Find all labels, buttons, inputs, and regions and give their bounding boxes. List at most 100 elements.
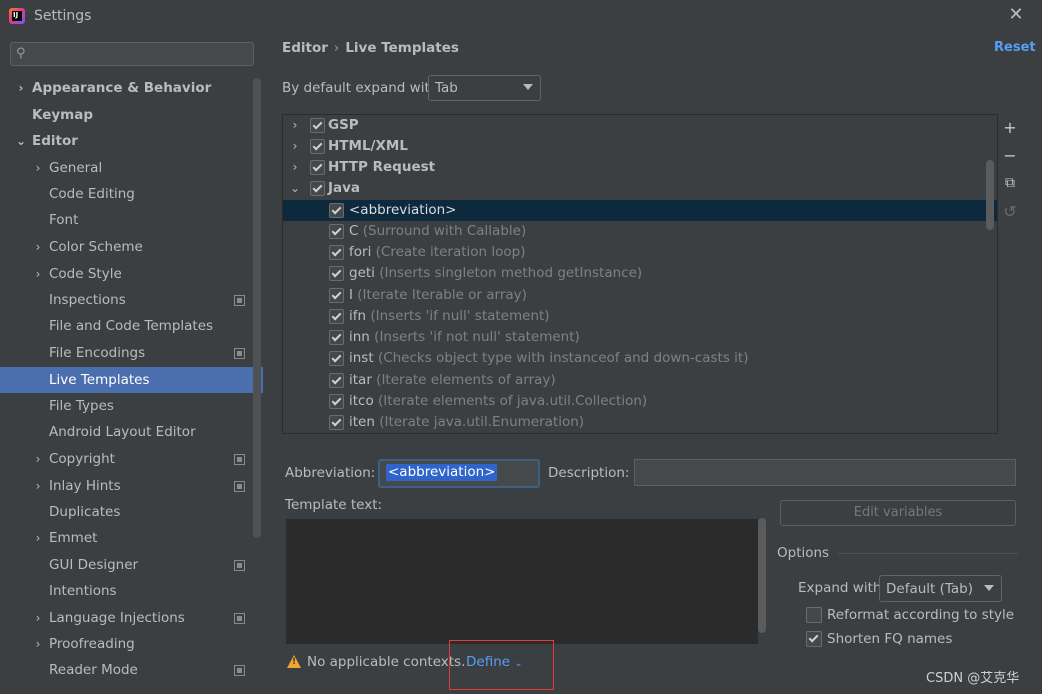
sidebar-item-label: Reader Mode (49, 662, 138, 678)
sidebar-item-label: Editor (32, 133, 78, 149)
sidebar-item-label: Emmet (49, 530, 98, 546)
sidebar-item-gui-designer[interactable]: GUI Designer (0, 552, 253, 578)
shorten-fq-checkbox-box[interactable] (806, 631, 822, 647)
template-checkbox[interactable] (329, 394, 344, 409)
template-row[interactable]: inst (Checks object type with instanceof… (283, 348, 997, 369)
tree-group-row[interactable]: › GSP (283, 115, 997, 136)
description-input[interactable] (634, 459, 1016, 486)
template-desc: (Inserts 'if null' statement) (370, 308, 550, 324)
chevron-right-icon[interactable]: › (289, 115, 301, 136)
sidebar-item-appearance-behavior[interactable]: › Appearance & Behavior (0, 75, 253, 101)
template-row[interactable]: C (Surround with Callable) (283, 221, 997, 242)
chevron-right-icon: › (35, 240, 41, 254)
template-row[interactable]: itar (Iterate elements of array) (283, 370, 997, 391)
settings-search-input[interactable]: ⚲ (10, 42, 254, 66)
sidebar-item-label: GUI Designer (49, 557, 139, 573)
template-checkbox[interactable] (329, 330, 344, 345)
sidebar-item-duplicates[interactable]: Duplicates (0, 499, 253, 525)
sidebar-item-reader-mode[interactable]: Reader Mode (0, 657, 253, 683)
template-desc: (Iterate elements of java.util.Collectio… (378, 393, 648, 409)
tree-group-row[interactable]: ⌄ Java (283, 178, 997, 199)
restore-icon[interactable]: ↺ (1000, 202, 1020, 222)
template-checkbox[interactable] (329, 224, 344, 239)
dropdown-arrow-icon (984, 585, 994, 591)
template-row[interactable]: itco (Iterate elements of java.util.Coll… (283, 391, 997, 412)
chevron-down-icon[interactable]: ⌄ (289, 178, 301, 199)
sidebar-item-android-layout-editor[interactable]: Android Layout Editor (0, 419, 253, 445)
template-row[interactable]: ifn (Inserts 'if null' statement) (283, 306, 997, 327)
template-row[interactable]: inn (Inserts 'if not null' statement) (283, 327, 997, 348)
template-abbr: iten (349, 414, 375, 430)
chevron-right-icon: › (35, 161, 41, 175)
search-icon: ⚲ (16, 46, 26, 61)
template-text-editor[interactable] (285, 518, 759, 645)
template-checkbox[interactable] (329, 288, 344, 303)
reformat-checkbox-box[interactable] (806, 607, 822, 623)
group-checkbox[interactable] (310, 118, 325, 133)
tree-group-row[interactable]: › HTML/XML (283, 136, 997, 157)
copy-icon[interactable]: ⧉ (1000, 173, 1020, 193)
template-row[interactable]: iten (Iterate java.util.Enumeration) (283, 412, 997, 433)
reset-link[interactable]: Reset (994, 40, 1036, 55)
sidebar-item-code-editing[interactable]: Code Editing (0, 181, 253, 207)
sidebar-item-intentions[interactable]: Intentions (0, 578, 253, 604)
project-scope-icon (234, 560, 245, 571)
template-checkbox[interactable] (329, 415, 344, 430)
sidebar-item-copyright[interactable]: › Copyright (0, 446, 253, 472)
sidebar-item-emmet[interactable]: › Emmet (0, 525, 253, 551)
template-row[interactable]: fori (Create iteration loop) (283, 242, 997, 263)
template-checkbox[interactable] (329, 309, 344, 324)
sidebar-item-font[interactable]: Font (0, 207, 253, 233)
chevron-right-icon[interactable]: › (289, 157, 301, 178)
template-checkbox[interactable] (329, 245, 344, 260)
sidebar-item-label: Proofreading (49, 636, 135, 652)
sidebar-item-label: Android Layout Editor (49, 424, 196, 440)
sidebar-item-file-types[interactable]: File Types (0, 393, 253, 419)
template-row[interactable]: I (Iterate Iterable or array) (283, 285, 997, 306)
expand-with-dropdown[interactable]: Tab (428, 75, 541, 101)
group-checkbox[interactable] (310, 181, 325, 196)
sidebar-item-language-injections[interactable]: › Language Injections (0, 605, 253, 631)
close-icon[interactable]: ✕ (1006, 4, 1026, 26)
sidebar-item-color-scheme[interactable]: › Color Scheme (0, 234, 253, 260)
template-checkbox[interactable] (329, 266, 344, 281)
reformat-checkbox[interactable] (806, 607, 822, 623)
sidebar-item-live-templates[interactable]: Live Templates (0, 367, 263, 393)
sidebar-scrollbar[interactable] (253, 78, 261, 538)
sidebar-item-label: General (49, 160, 103, 176)
shorten-fq-checkbox[interactable] (806, 631, 822, 647)
sidebar-item-code-style[interactable]: › Code Style (0, 261, 253, 287)
sidebar-item-keymap[interactable]: Keymap (0, 102, 253, 128)
sidebar-item-inlay-hints[interactable]: › Inlay Hints (0, 473, 253, 499)
sidebar-item-proofreading[interactable]: › Proofreading (0, 631, 253, 657)
template-checkbox[interactable] (329, 373, 344, 388)
add-icon[interactable]: + (1000, 118, 1020, 138)
template-row[interactable]: <abbreviation> (283, 200, 997, 221)
sidebar-item-general[interactable]: › General (0, 155, 253, 181)
expand-with-option-dropdown[interactable]: Default (Tab) (879, 575, 1002, 602)
template-checkbox[interactable] (329, 351, 344, 366)
group-checkbox[interactable] (310, 139, 325, 154)
sidebar-item-file-encodings[interactable]: File Encodings (0, 340, 253, 366)
edit-variables-button[interactable]: Edit variables (780, 500, 1016, 526)
tree-group-row[interactable]: › HTTP Request (283, 157, 997, 178)
sidebar-item-file-code-templates[interactable]: File and Code Templates (0, 313, 253, 339)
sidebar-item-label: File Encodings (49, 345, 146, 361)
sidebar-item-inspections[interactable]: Inspections (0, 287, 253, 313)
abbreviation-input[interactable]: <abbreviation> (378, 459, 540, 488)
abbreviation-value: <abbreviation> (386, 464, 498, 481)
sidebar-item-editor[interactable]: ⌄ Editor (0, 128, 253, 154)
template-text-scrollbar[interactable] (758, 518, 766, 633)
group-checkbox[interactable] (310, 160, 325, 175)
group-label: GSP (328, 117, 359, 133)
template-row[interactable]: geti (Inserts singleton method getInstan… (283, 263, 997, 284)
chevron-right-icon[interactable]: › (289, 136, 301, 157)
templates-tree[interactable]: › GSP › HTML/XML › HTTP Request ⌄ Java <… (282, 114, 998, 434)
template-checkbox[interactable] (329, 203, 344, 218)
chevron-right-icon: › (18, 81, 24, 95)
context-warning: No applicable contexts. (307, 654, 466, 670)
sidebar-item-label: Code Editing (49, 186, 135, 202)
sidebar-item-label: Duplicates (49, 504, 121, 520)
remove-icon[interactable]: − (1000, 146, 1020, 166)
tree-scrollbar[interactable] (986, 160, 994, 230)
